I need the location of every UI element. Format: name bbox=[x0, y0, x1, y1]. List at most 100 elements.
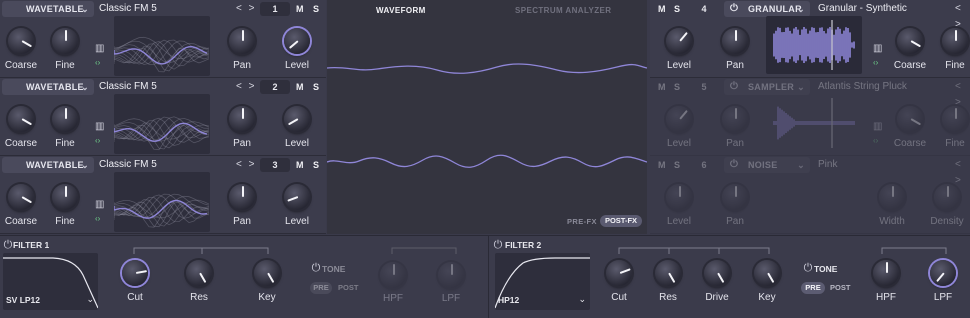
fine-knob[interactable] bbox=[52, 28, 78, 54]
preset-nav-arrows[interactable]: < > bbox=[236, 79, 256, 95]
wavetable-display[interactable] bbox=[114, 16, 210, 76]
osc-slot-4: M S 4 ⏻ GRANULAR ⌄ Granular - Synthetic < > ▥ ‹› L… bbox=[650, 0, 970, 78]
osc-number: 6 bbox=[701, 160, 707, 170]
knob-indicator bbox=[289, 40, 299, 49]
knob-indicator bbox=[242, 30, 244, 41]
filter2-res-knob[interactable] bbox=[655, 260, 681, 286]
preset-name[interactable]: Classic FM 5 bbox=[99, 157, 157, 173]
link-icon[interactable]: ‹› bbox=[873, 136, 878, 145]
filter2-key-knob[interactable] bbox=[754, 260, 780, 286]
knob-label: Pan bbox=[726, 60, 744, 71]
filter1-res-knob[interactable] bbox=[186, 260, 212, 286]
sample-display[interactable] bbox=[766, 94, 862, 152]
filter1-pre-button[interactable]: PRE bbox=[310, 282, 332, 294]
keyboard-icon[interactable]: ▥ bbox=[873, 121, 882, 132]
solo-button[interactable]: S bbox=[674, 80, 680, 94]
knob-indicator bbox=[65, 30, 67, 41]
filter2-hpf-knob[interactable] bbox=[873, 260, 899, 286]
knob-indicator bbox=[242, 108, 244, 119]
preset-nav-arrows[interactable]: < > bbox=[236, 1, 256, 17]
keyboard-icon[interactable]: ▥ bbox=[95, 121, 104, 132]
filter2-lpf-knob[interactable] bbox=[930, 260, 956, 286]
osc-type-select[interactable]: WAVETABLE ⌄ bbox=[2, 157, 94, 173]
preset-name[interactable]: Classic FM 5 bbox=[99, 79, 157, 95]
filter1-post-button[interactable]: POST bbox=[338, 283, 358, 292]
filter-divider bbox=[488, 236, 489, 318]
solo-button[interactable]: S bbox=[674, 158, 680, 172]
solo-button[interactable]: S bbox=[313, 2, 319, 16]
level-knob[interactable] bbox=[666, 106, 692, 132]
link-icon[interactable]: ‹› bbox=[95, 214, 100, 223]
fine-knob[interactable] bbox=[942, 106, 968, 132]
pan-knob[interactable] bbox=[722, 28, 748, 54]
osc-type-select[interactable]: ⏻ SAMPLER ⌄ bbox=[724, 79, 810, 95]
wavetable-display[interactable] bbox=[114, 94, 210, 154]
link-icon[interactable]: ‹› bbox=[873, 58, 878, 67]
fine-knob[interactable] bbox=[942, 28, 968, 54]
keyboard-icon[interactable]: ▥ bbox=[873, 43, 882, 54]
pan-knob[interactable] bbox=[229, 184, 255, 210]
level-knob[interactable] bbox=[284, 106, 310, 132]
filter1-hpf-knob[interactable] bbox=[380, 262, 406, 288]
osc-type-select[interactable]: ⏻ NOISE ⌄ bbox=[724, 157, 810, 173]
mute-button[interactable]: M bbox=[296, 2, 304, 16]
coarse-knob[interactable] bbox=[8, 28, 34, 54]
coarse-knob[interactable] bbox=[8, 184, 34, 210]
mute-button[interactable]: M bbox=[658, 80, 666, 94]
level-knob[interactable] bbox=[284, 28, 310, 54]
level-knob[interactable] bbox=[666, 184, 692, 210]
mute-button[interactable]: M bbox=[296, 158, 304, 172]
post-fx-toggle[interactable]: POST-FX bbox=[600, 215, 642, 227]
level-knob[interactable] bbox=[666, 28, 692, 54]
osc-type-select[interactable]: WAVETABLE ⌄ bbox=[2, 79, 94, 95]
level-knob[interactable] bbox=[284, 184, 310, 210]
pan-knob[interactable] bbox=[229, 28, 255, 54]
filter2-power-icon[interactable]: ⏻ bbox=[491, 238, 505, 252]
osc-type-select[interactable]: WAVETABLE ⌄ bbox=[2, 1, 94, 17]
preset-name[interactable]: Pink bbox=[818, 157, 837, 173]
coarse-knob[interactable] bbox=[897, 106, 923, 132]
knob-indicator bbox=[242, 186, 244, 197]
fine-knob[interactable] bbox=[52, 184, 78, 210]
width-knob[interactable] bbox=[879, 184, 905, 210]
filter1-type-select[interactable]: SV LP12 ⌄ bbox=[3, 294, 98, 308]
pan-knob[interactable] bbox=[722, 106, 748, 132]
filter2-cut-knob[interactable] bbox=[606, 260, 632, 286]
knob-indicator bbox=[199, 272, 207, 283]
osc-type-select[interactable]: ⏻ GRANULAR ⌄ bbox=[724, 1, 810, 17]
filter2-drive-knob[interactable] bbox=[704, 260, 730, 286]
preset-nav-arrows[interactable]: < > bbox=[955, 157, 970, 189]
filter1-key-knob[interactable] bbox=[254, 260, 280, 286]
pre-fx-toggle[interactable]: PRE-FX bbox=[567, 217, 597, 226]
preset-name[interactable]: Classic FM 5 bbox=[99, 1, 157, 17]
pan-knob[interactable] bbox=[722, 184, 748, 210]
filter2-pre-button[interactable]: PRE bbox=[801, 282, 825, 294]
mute-button[interactable]: M bbox=[658, 158, 666, 172]
link-icon[interactable]: ‹› bbox=[95, 136, 100, 145]
keyboard-icon[interactable]: ▥ bbox=[95, 43, 104, 54]
coarse-knob[interactable] bbox=[897, 28, 923, 54]
fine-knob[interactable] bbox=[52, 106, 78, 132]
preset-name[interactable]: Granular - Synthetic bbox=[818, 1, 907, 17]
sample-display[interactable] bbox=[766, 16, 862, 74]
link-icon[interactable]: ‹› bbox=[95, 58, 100, 67]
solo-button[interactable]: S bbox=[313, 158, 319, 172]
filter2-post-button[interactable]: POST bbox=[830, 283, 850, 292]
keyboard-icon[interactable]: ▥ bbox=[95, 199, 104, 210]
mute-button[interactable]: M bbox=[296, 80, 304, 94]
wavetable-display[interactable] bbox=[114, 172, 210, 232]
filter1-cut-knob[interactable] bbox=[122, 260, 148, 286]
pan-knob[interactable] bbox=[229, 106, 255, 132]
coarse-knob[interactable] bbox=[8, 106, 34, 132]
preset-name[interactable]: Atlantis String Pluck bbox=[818, 79, 907, 95]
solo-button[interactable]: S bbox=[674, 2, 680, 16]
solo-button[interactable]: S bbox=[313, 80, 319, 94]
density-knob[interactable] bbox=[934, 184, 960, 210]
mute-button[interactable]: M bbox=[658, 2, 666, 16]
filter1-tone-power-icon[interactable]: ⏻ bbox=[309, 261, 323, 275]
filter2-type-select[interactable]: HP12 ⌄ bbox=[495, 294, 590, 308]
filter2-tone-power-icon[interactable]: ⏻ bbox=[801, 261, 815, 275]
filter1-title: FILTER 1 bbox=[13, 240, 50, 250]
preset-nav-arrows[interactable]: < > bbox=[236, 157, 256, 173]
filter1-lpf-knob[interactable] bbox=[438, 262, 464, 288]
